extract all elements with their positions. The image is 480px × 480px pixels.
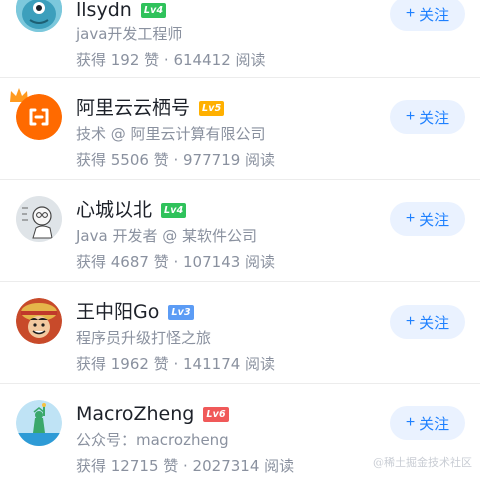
- author-row-xinchengyibei[interactable]: 心城以北 Lv4 Java 开发者 @ 某软件公司 获得 4687 赞 · 10…: [0, 180, 480, 282]
- name-line: MacroZheng Lv6: [76, 400, 229, 428]
- author-name[interactable]: 心城以北: [76, 198, 152, 222]
- follow-button[interactable]: + 关注: [390, 0, 465, 31]
- author-stats: 获得 4687 赞 · 107143 阅读: [76, 253, 276, 271]
- level-badge: Lv4: [140, 2, 167, 18]
- follow-button[interactable]: + 关注: [390, 305, 465, 339]
- name-line: 王中阳Go Lv3: [76, 298, 194, 326]
- luffy-avatar-icon[interactable]: [16, 298, 62, 344]
- follow-button[interactable]: + 关注: [390, 202, 465, 236]
- plus-icon: +: [405, 5, 416, 22]
- author-name[interactable]: 王中阳Go: [76, 300, 159, 324]
- watermark: @稀土掘金技术社区: [373, 456, 472, 469]
- author-row-aliyun[interactable]: 阿里云云栖号 Lv5 技术 @ 阿里云计算有限公司 获得 5506 赞 · 97…: [0, 78, 480, 180]
- level-badge: Lv6: [203, 406, 229, 422]
- author-stats: 获得 192 赞 · 614412 阅读: [76, 51, 266, 69]
- fish-monster-avatar-icon[interactable]: [16, 0, 62, 32]
- plus-icon: +: [405, 313, 416, 330]
- sketch-avatar-icon[interactable]: [16, 196, 62, 242]
- name-line: 心城以北 Lv4: [76, 196, 187, 224]
- author-name[interactable]: 阿里云云栖号: [76, 96, 190, 120]
- author-list: llsydn Lv4 java开发工程师 获得 192 赞 · 614412 阅…: [0, 0, 480, 480]
- author-stats: 获得 5506 赞 · 977719 阅读: [76, 151, 276, 169]
- author-row-wangzhongyang[interactable]: 王中阳Go Lv3 程序员升级打怪之旅 获得 1962 赞 · 141174 阅…: [0, 282, 480, 384]
- author-description: 技术 @ 阿里云计算有限公司: [76, 125, 266, 143]
- author-stats: 获得 12715 赞 · 2027314 阅读: [76, 457, 295, 475]
- author-name[interactable]: MacroZheng: [76, 402, 194, 426]
- author-row-llsydn[interactable]: llsydn Lv4 java开发工程师 获得 192 赞 · 614412 阅…: [0, 0, 480, 78]
- follow-label: 关注: [419, 211, 450, 229]
- plus-icon: +: [405, 210, 416, 227]
- author-stats: 获得 1962 赞 · 141174 阅读: [76, 355, 276, 373]
- follow-label: 关注: [419, 415, 450, 433]
- author-description: java开发工程师: [76, 25, 183, 43]
- author-description: 程序员升级打怪之旅: [76, 329, 212, 347]
- name-line: 阿里云云栖号 Lv5: [76, 94, 225, 122]
- plus-icon: +: [405, 108, 416, 125]
- statue-of-liberty-avatar-icon[interactable]: [16, 400, 62, 446]
- follow-button[interactable]: + 关注: [390, 100, 465, 134]
- follow-label: 关注: [419, 109, 450, 127]
- aliyun-logo-avatar-icon[interactable]: [16, 94, 62, 140]
- follow-button[interactable]: + 关注: [390, 406, 465, 440]
- name-line: llsydn Lv4: [76, 0, 167, 24]
- author-description: Java 开发者 @ 某软件公司: [76, 227, 257, 245]
- level-badge: Lv4: [161, 202, 187, 218]
- level-badge: Lv3: [168, 304, 194, 320]
- level-badge: Lv5: [199, 100, 225, 116]
- follow-label: 关注: [419, 314, 450, 332]
- plus-icon: +: [405, 414, 416, 431]
- author-name[interactable]: llsydn: [76, 0, 132, 22]
- follow-label: 关注: [419, 6, 450, 24]
- author-description: 公众号：macrozheng: [76, 431, 229, 449]
